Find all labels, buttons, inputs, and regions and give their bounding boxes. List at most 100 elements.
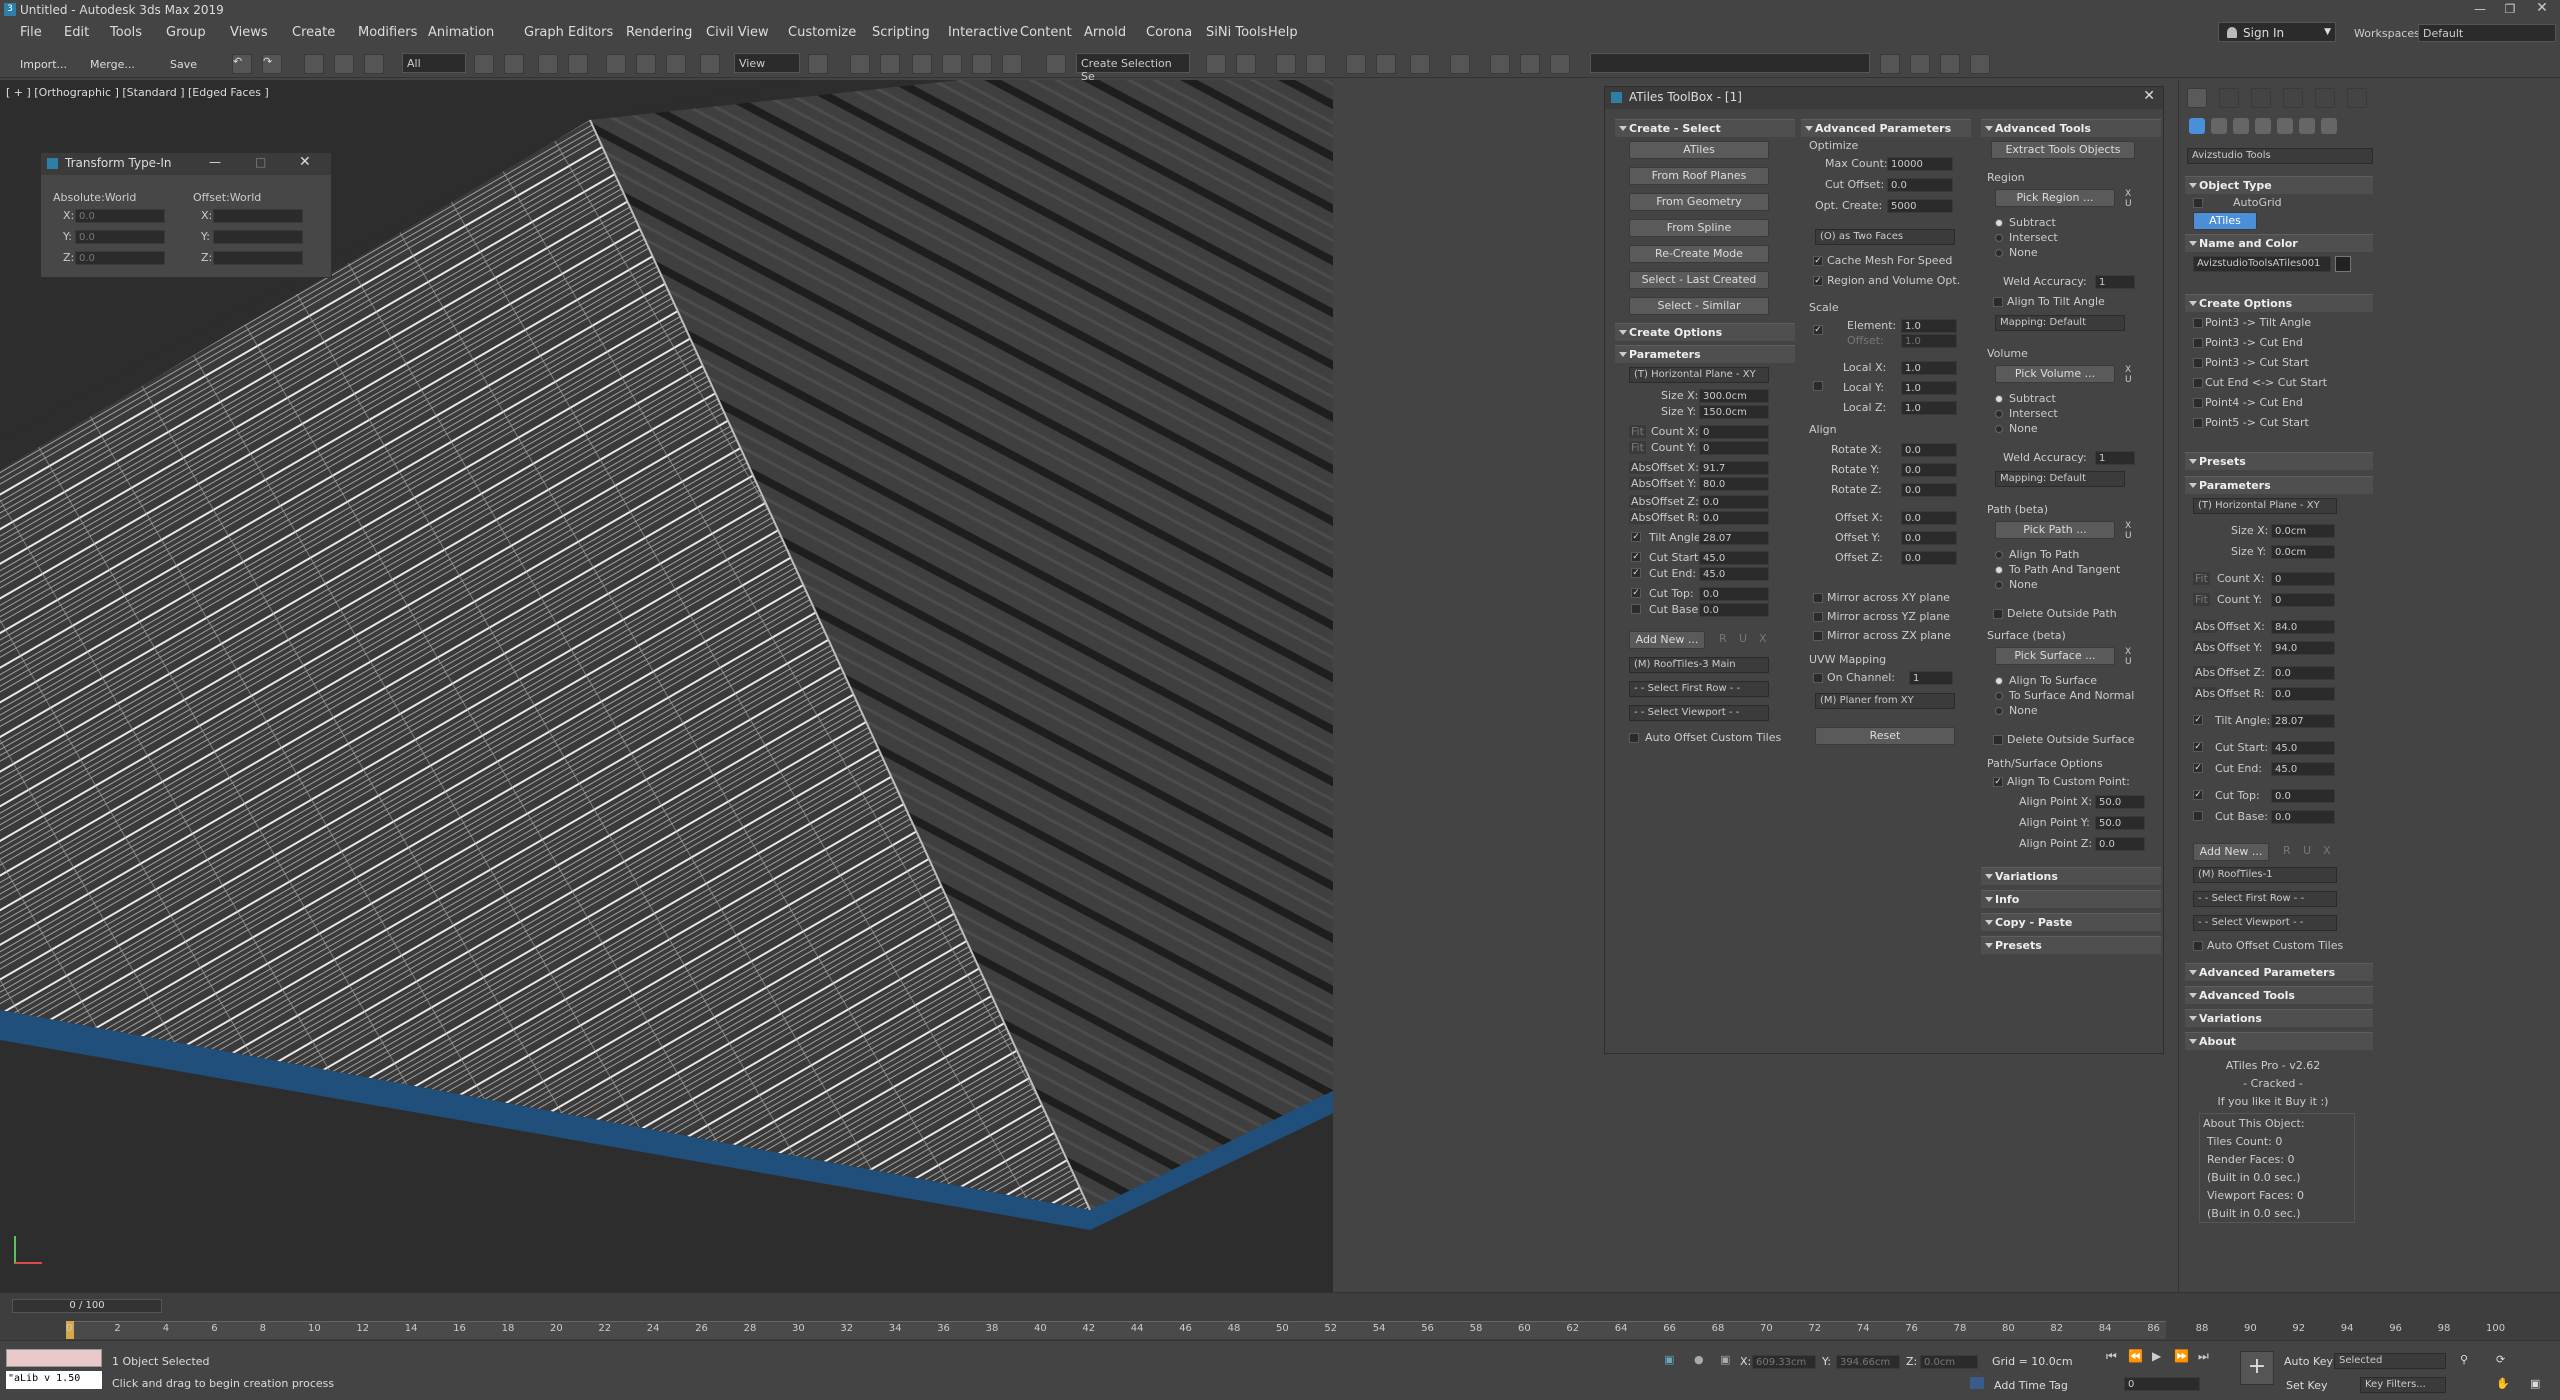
viewport-label[interactable]: [ + ] [Orthographic ] [Standard ] [Edged… — [6, 86, 269, 99]
align-field-3[interactable]: 0.0 — [1901, 511, 1957, 525]
recent-files-icon[interactable] — [1970, 54, 1990, 74]
category-lights-icon[interactable] — [2233, 118, 2249, 134]
transform-title-bar[interactable]: Transform Type-In — □ ✕ — [41, 153, 331, 175]
parameters-header[interactable]: Parameters — [2185, 476, 2373, 494]
scale-field-0[interactable]: 1.0 — [1901, 319, 1957, 333]
object-name-field[interactable]: AvizstudioToolsATiles001 — [2193, 256, 2331, 272]
auto-offset-checkbox[interactable] — [1629, 733, 1639, 743]
menu-rendering[interactable]: Rendering — [626, 25, 692, 40]
param-check-10[interactable]: ✓ — [1631, 568, 1641, 578]
rux-x-button[interactable]: X — [1759, 632, 1767, 645]
rollout-info[interactable]: Info — [1981, 890, 2161, 908]
placement-icon[interactable] — [700, 54, 720, 74]
cmd-plane-dropdown[interactable]: (T) Horizontal Plane - XY — [2193, 498, 2337, 514]
cmd-rux-u-button[interactable]: U — [2303, 844, 2311, 857]
pick-region-button[interactable]: Pick Region ... — [1995, 189, 2115, 207]
align-field-4[interactable]: 0.0 — [1901, 531, 1957, 545]
create-options-header[interactable]: Create Options — [1615, 323, 1795, 341]
cmd-param-check-11[interactable]: ✓ — [2193, 790, 2203, 800]
param-mode-2[interactable]: Fit — [1629, 425, 1646, 438]
create-options-header[interactable]: Create Options — [2185, 294, 2373, 312]
create-option-checkbox-1[interactable] — [2193, 338, 2203, 348]
named-selection-sets-dropdown[interactable]: Create Selection Se — [1076, 53, 1190, 83]
param-field-7[interactable]: 0.0 — [1699, 511, 1769, 525]
cmd-param-field-4[interactable]: 84.0 — [2271, 620, 2335, 634]
coord-z-field[interactable]: 0.0cm — [1920, 1355, 1978, 1369]
rollout-presets[interactable]: Presets — [1981, 936, 2161, 954]
path-u-button[interactable]: U — [2125, 531, 2132, 541]
volume-radio-2[interactable] — [1995, 425, 2003, 433]
scale-field-4[interactable]: 1.0 — [1901, 401, 1957, 415]
rollout-variations[interactable]: Variations — [1981, 867, 2161, 885]
param-field-9[interactable]: 45.0 — [1699, 551, 1769, 565]
path-radio-0[interactable] — [1995, 551, 2003, 559]
schematic-view-icon[interactable] — [1410, 54, 1430, 74]
create-option-checkbox-3[interactable] — [2193, 378, 2203, 388]
create-option-checkbox-2[interactable] — [2193, 358, 2203, 368]
cmd-param-mode-4[interactable]: Abs — [2193, 620, 2218, 633]
surface-radio-0[interactable] — [1995, 677, 2003, 685]
menu-sini-tools[interactable]: SiNi Tools — [1206, 25, 1267, 40]
coord-x-field[interactable]: 609.33cm — [1752, 1355, 1816, 1369]
menu-scripting[interactable]: Scripting — [872, 25, 930, 40]
isolate-icon[interactable]: ▣ — [1664, 1353, 1674, 1366]
cmd-viewport-dropdown[interactable]: - - Select Viewport - - — [2193, 915, 2337, 931]
object-type-header[interactable]: Object Type — [2185, 176, 2373, 194]
rux-r-button[interactable]: R — [1719, 632, 1727, 645]
delete-path-checkbox[interactable] — [1993, 609, 2003, 619]
rollout-copy-paste[interactable]: Copy - Paste — [1981, 913, 2161, 931]
link-icon[interactable] — [304, 54, 324, 74]
volume-weld-field[interactable]: 1 — [2095, 451, 2135, 465]
redo-icon[interactable]: ↷ — [262, 54, 282, 74]
surface-radio-2[interactable] — [1995, 707, 2003, 715]
ribbon-icon[interactable] — [1346, 54, 1366, 74]
scale-lock-checkbox[interactable]: ✓ — [1813, 325, 1823, 335]
absolute-mode-icon[interactable]: ▣ — [1720, 1353, 1730, 1366]
pan-icon[interactable]: ✋ — [2496, 1377, 2510, 1390]
pick-volume-button[interactable]: Pick Volume ... — [1995, 365, 2115, 383]
menu-modifiers[interactable]: Modifiers — [358, 25, 417, 40]
align-point-field-2[interactable]: 0.0 — [2095, 837, 2145, 851]
cmd-param-check-12[interactable] — [2193, 811, 2203, 821]
reset-button[interactable]: Reset — [1815, 727, 1955, 745]
snaps-toggle-icon[interactable] — [912, 54, 932, 74]
unlink-icon[interactable] — [334, 54, 354, 74]
param-mode-5[interactable]: Abs — [1629, 477, 1654, 490]
param-field-4[interactable]: 91.7 — [1699, 461, 1769, 475]
category-cameras-icon[interactable] — [2255, 118, 2271, 134]
menu-arnold[interactable]: Arnold — [1084, 25, 1126, 40]
minimize-button[interactable]: — — [2470, 2, 2490, 18]
cmd-param-field-11[interactable]: 0.0 — [2271, 789, 2335, 803]
cmd-param-field-8[interactable]: 28.07 — [2271, 714, 2335, 728]
menu-create[interactable]: Create — [292, 25, 335, 40]
opt-field-2[interactable]: 5000 — [1887, 199, 1953, 213]
autogrid-checkbox[interactable] — [2193, 198, 2203, 208]
off-x-field[interactable] — [213, 209, 303, 223]
play-icon[interactable]: ▶ — [2152, 1349, 2161, 1363]
opt-field-1[interactable]: 0.0 — [1887, 178, 1953, 192]
cmd-param-check-10[interactable]: ✓ — [2193, 763, 2203, 773]
cmd-first-row-dropdown[interactable]: - - Select First Row - - — [2193, 891, 2337, 907]
open-file-icon[interactable] — [1940, 54, 1960, 74]
cmd-param-field-3[interactable]: 0 — [2271, 593, 2335, 607]
time-slider[interactable]: 0 / 100 — [12, 1299, 162, 1313]
channel-field[interactable]: 1 — [1909, 671, 1953, 685]
lock-icon[interactable]: ● — [1694, 1353, 1704, 1366]
import-button[interactable]: Import... — [20, 58, 67, 71]
toolbox-btn-5[interactable]: Select - Last Created — [1629, 271, 1769, 289]
pick-surface-button[interactable]: Pick Surface ... — [1995, 647, 2115, 665]
rotate-icon[interactable] — [636, 54, 656, 74]
scale-icon[interactable] — [666, 54, 686, 74]
menu-group[interactable]: Group — [166, 25, 206, 40]
param-mode-7[interactable]: Abs — [1629, 511, 1654, 524]
menu-help[interactable]: Help — [1268, 25, 1298, 40]
tab-display-icon[interactable] — [2315, 88, 2335, 108]
cmd-param-field-2[interactable]: 0 — [2271, 572, 2335, 586]
close-icon[interactable]: ✕ — [2143, 88, 2155, 104]
path-x-button[interactable]: X — [2125, 521, 2131, 531]
param-field-0[interactable]: 300.0cm — [1699, 389, 1769, 403]
cache-mesh-checkbox[interactable]: ✓ — [1813, 256, 1823, 266]
cmd-auto-offset-checkbox[interactable] — [2193, 941, 2203, 951]
cmd-param-mode-7[interactable]: Abs — [2193, 687, 2218, 700]
minimize-icon[interactable]: — — [209, 155, 221, 169]
